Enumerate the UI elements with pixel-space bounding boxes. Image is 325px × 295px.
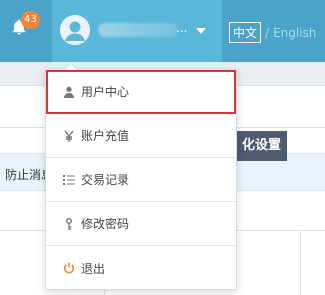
menu-item-label: 用户中心 bbox=[81, 85, 130, 99]
username-blurred bbox=[98, 23, 178, 37]
menu-item-logout[interactable]: 退出 bbox=[46, 246, 236, 290]
lang-zh-button[interactable]: 中文 bbox=[229, 22, 262, 43]
user-dropdown-menu: 用户中心 账户充值 交易记录 修改密码 退出 bbox=[45, 63, 237, 290]
chevron-down-icon bbox=[196, 28, 206, 34]
menu-item-transactions[interactable]: 交易记录 bbox=[46, 158, 236, 202]
table-column-divider bbox=[300, 231, 301, 295]
power-icon bbox=[62, 261, 76, 275]
menu-item-label: 修改密码 bbox=[81, 217, 130, 231]
lang-separator: / bbox=[265, 25, 270, 40]
key-icon bbox=[62, 217, 76, 231]
menu-item-change-password[interactable]: 修改密码 bbox=[46, 202, 236, 246]
menu-item-label: 账户充值 bbox=[81, 129, 130, 143]
top-header: 43 ... 中文 / English bbox=[0, 0, 325, 62]
menu-item-label: 退出 bbox=[81, 261, 106, 276]
list-icon bbox=[62, 173, 76, 187]
user-icon bbox=[62, 85, 76, 99]
lang-en-button[interactable]: English bbox=[273, 26, 316, 40]
menu-item-recharge[interactable]: 账户充值 bbox=[46, 114, 236, 158]
username-ellipsis: ... bbox=[176, 21, 188, 35]
avatar bbox=[60, 15, 90, 45]
language-switcher: 中文 / English bbox=[229, 22, 316, 43]
menu-item-user-center[interactable]: 用户中心 bbox=[46, 70, 236, 114]
dropdown-arrow bbox=[64, 63, 78, 70]
menu-item-label: 交易记录 bbox=[81, 173, 130, 187]
yen-icon bbox=[62, 129, 76, 143]
user-menu-toggle[interactable]: ... bbox=[52, 0, 222, 62]
notification-badge: 43 bbox=[21, 11, 40, 29]
